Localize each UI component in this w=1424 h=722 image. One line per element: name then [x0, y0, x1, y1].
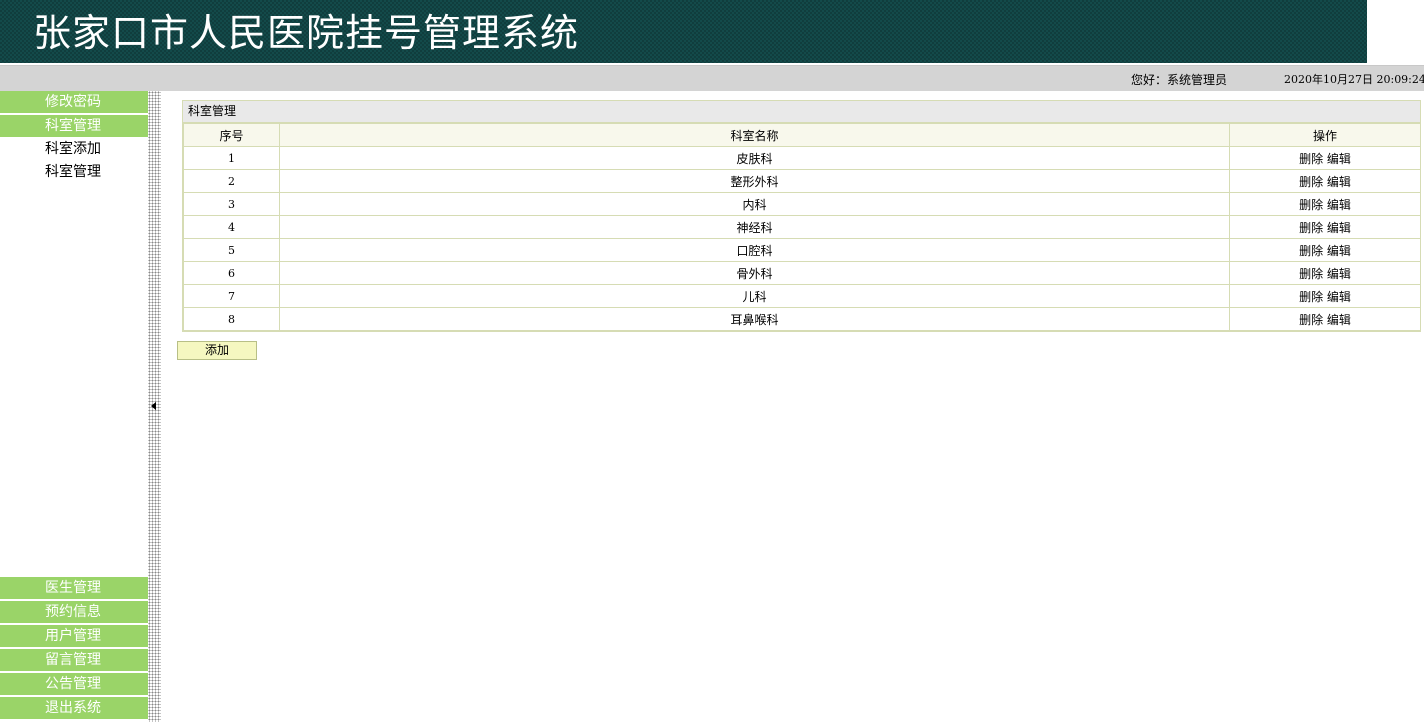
collapse-arrow-icon[interactable] [151, 402, 156, 410]
row-number: 3 [183, 192, 280, 216]
row-number: 7 [183, 284, 280, 308]
department-name: 耳鼻喉科 [279, 307, 1230, 331]
info-bar: 您好：系统管理员 2020年10月27日 20:09:24 [0, 65, 1424, 91]
menu-announcement-management[interactable]: 公告管理 [0, 673, 148, 697]
row-actions: 删除 编辑 [1229, 261, 1421, 285]
delete-link[interactable]: 删除 [1299, 221, 1323, 235]
sidebar: 修改密码 科室管理 科室添加 科室管理 医生管理 预约信息 用户管理 留言管理 … [0, 91, 148, 722]
menu-appointment-info[interactable]: 预约信息 [0, 601, 148, 625]
edit-link[interactable]: 编辑 [1327, 152, 1351, 166]
row-number: 8 [183, 307, 280, 331]
delete-link[interactable]: 删除 [1299, 267, 1323, 281]
table-row: 5 口腔科 删除 编辑 [183, 238, 1421, 262]
edit-link[interactable]: 编辑 [1327, 175, 1351, 189]
menu-label: 医生管理 [45, 580, 101, 596]
menu-message-management[interactable]: 留言管理 [0, 649, 148, 673]
table-row: 1 皮肤科 删除 编辑 [183, 146, 1421, 170]
current-datetime: 2020年10月27日 20:09:24 [1284, 73, 1424, 86]
panel-title: 科室管理 [183, 101, 1420, 123]
menu-label: 预约信息 [45, 604, 101, 620]
row-actions: 删除 编辑 [1229, 146, 1421, 170]
row-actions: 删除 编辑 [1229, 215, 1421, 239]
delete-link[interactable]: 删除 [1299, 244, 1323, 258]
delete-link[interactable]: 删除 [1299, 198, 1323, 212]
menu-logout[interactable]: 退出系统 [0, 697, 148, 721]
row-actions: 删除 编辑 [1229, 307, 1421, 331]
department-name: 口腔科 [279, 238, 1230, 262]
department-name: 儿科 [279, 284, 1230, 308]
edit-link[interactable]: 编辑 [1327, 313, 1351, 327]
edit-link[interactable]: 编辑 [1327, 244, 1351, 258]
user-greeting: 您好：系统管理员 [1131, 73, 1228, 87]
delete-link[interactable]: 删除 [1299, 290, 1323, 304]
table-row: 7 儿科 删除 编辑 [183, 284, 1421, 308]
row-actions: 删除 编辑 [1229, 169, 1421, 193]
row-actions: 删除 编辑 [1229, 238, 1421, 262]
menu-label: 退出系统 [45, 700, 101, 716]
menu-label: 公告管理 [45, 676, 101, 692]
column-header-actions: 操作 [1229, 123, 1421, 147]
menu-label: 科室管理 [45, 118, 101, 134]
table-header-row: 序号 科室名称 操作 [183, 123, 1421, 147]
edit-link[interactable]: 编辑 [1327, 290, 1351, 304]
table-row: 2 整形外科 删除 编辑 [183, 169, 1421, 193]
table-row: 4 神经科 删除 编辑 [183, 215, 1421, 239]
department-name: 内科 [279, 192, 1230, 216]
add-department-button[interactable]: 添加 [177, 341, 257, 360]
row-actions: 删除 编辑 [1229, 192, 1421, 216]
delete-link[interactable]: 删除 [1299, 313, 1323, 327]
header-banner: 张家口市人民医院挂号管理系统 [0, 0, 1367, 63]
menu-user-management[interactable]: 用户管理 [0, 625, 148, 649]
table-row: 8 耳鼻喉科 删除 编辑 [183, 307, 1421, 331]
row-actions: 删除 编辑 [1229, 284, 1421, 308]
department-panel: 科室管理 序号 科室名称 操作 1 皮肤科 删除 编辑 2 整形外科 删除 编辑 [182, 100, 1421, 332]
department-name: 整形外科 [279, 169, 1230, 193]
row-number: 4 [183, 215, 280, 239]
row-number: 6 [183, 261, 280, 285]
edit-link[interactable]: 编辑 [1327, 198, 1351, 212]
menu-label: 留言管理 [45, 652, 101, 668]
delete-link[interactable]: 删除 [1299, 152, 1323, 166]
menu-label: 修改密码 [45, 94, 101, 110]
edit-link[interactable]: 编辑 [1327, 221, 1351, 235]
menu-department-management[interactable]: 科室管理 [0, 115, 148, 139]
row-number: 1 [183, 146, 280, 170]
menu-change-password[interactable]: 修改密码 [0, 91, 148, 115]
submenu-manage-departments[interactable]: 科室管理 [45, 161, 101, 183]
menu-label: 用户管理 [45, 628, 101, 644]
delete-link[interactable]: 删除 [1299, 175, 1323, 189]
column-header-no: 序号 [183, 123, 280, 147]
table-row: 6 骨外科 删除 编辑 [183, 261, 1421, 285]
department-name: 神经科 [279, 215, 1230, 239]
table-row: 3 内科 删除 编辑 [183, 192, 1421, 216]
menu-doctor-management[interactable]: 医生管理 [0, 577, 148, 601]
edit-link[interactable]: 编辑 [1327, 267, 1351, 281]
row-number: 2 [183, 169, 280, 193]
app-title: 张家口市人民医院挂号管理系统 [33, 11, 580, 55]
column-header-name: 科室名称 [279, 123, 1230, 147]
row-number: 5 [183, 238, 280, 262]
department-name: 皮肤科 [279, 146, 1230, 170]
submenu-add-department[interactable]: 科室添加 [45, 138, 101, 160]
department-table: 序号 科室名称 操作 1 皮肤科 删除 编辑 2 整形外科 删除 编辑 3 内科… [183, 123, 1421, 331]
department-name: 骨外科 [279, 261, 1230, 285]
